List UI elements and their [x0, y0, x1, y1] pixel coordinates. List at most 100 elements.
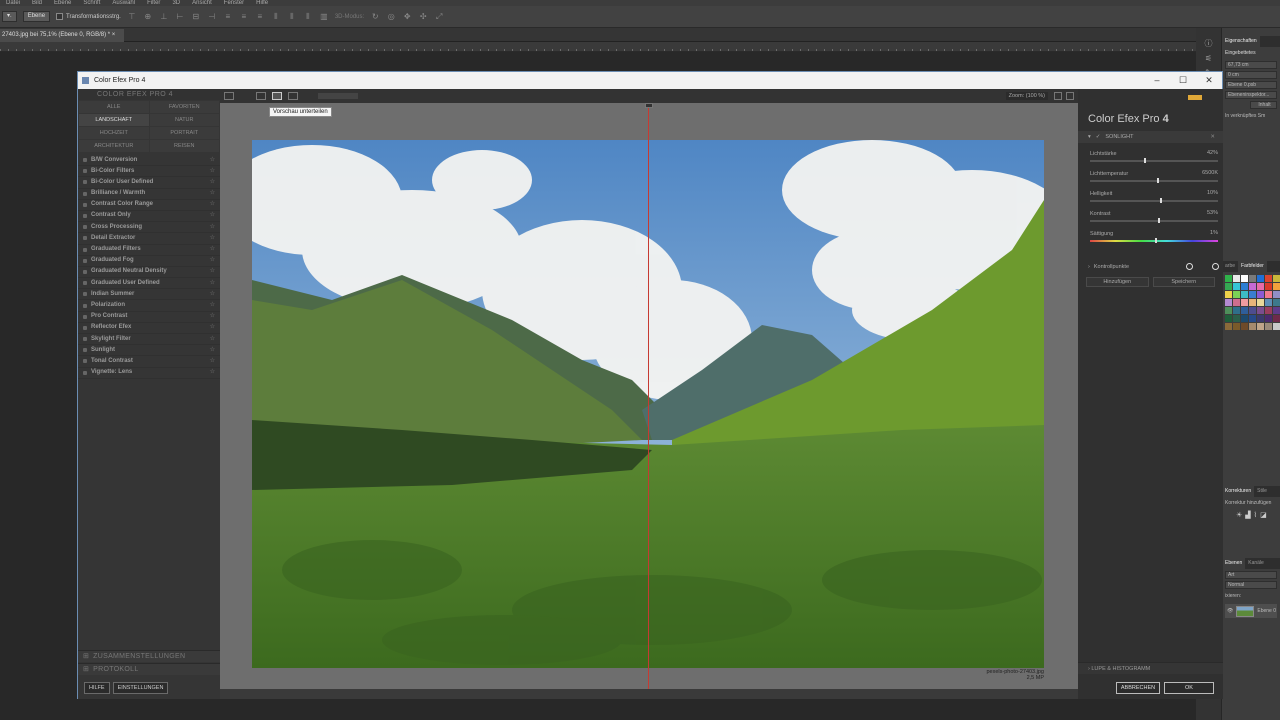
align-bottom-icon[interactable]: ⊥ — [159, 12, 169, 22]
color-swatch[interactable] — [1257, 299, 1264, 306]
parameter-slider[interactable]: Kontrast 53% — [1078, 203, 1223, 223]
fullscreen-icon[interactable] — [1066, 92, 1074, 100]
color-swatch[interactable] — [1273, 315, 1280, 322]
exposure-icon[interactable]: ◪ — [1260, 511, 1267, 519]
parameter-slider[interactable]: Sättigung 1% — [1078, 223, 1223, 243]
parameter-slider[interactable]: Helligkeit 10% — [1078, 183, 1223, 203]
loupe-histogram-section[interactable]: › LUPE & HISTOGRAMM — [1078, 662, 1223, 674]
split-preview-icon[interactable] — [272, 92, 282, 100]
color-swatch[interactable] — [1265, 275, 1272, 282]
panel-toggle-icon[interactable] — [224, 92, 234, 100]
favorite-star-icon[interactable]: ☆ — [210, 166, 215, 177]
save-recipe-button[interactable]: Speichern — [1152, 277, 1215, 287]
color-swatch[interactable] — [1249, 315, 1256, 322]
filter-list-item[interactable]: Reflector Efex ☆ — [78, 323, 220, 334]
minimize-button[interactable]: – — [1144, 72, 1170, 89]
favorite-star-icon[interactable]: ☆ — [210, 188, 215, 199]
history-section[interactable]: ⊞ PROTOKOLL — [78, 663, 220, 675]
slider-track[interactable] — [1090, 220, 1218, 222]
filter-list-item[interactable]: Graduated Fog ☆ — [78, 256, 220, 267]
slide-3d-icon[interactable]: ✣ — [418, 12, 428, 22]
color-swatch[interactable] — [1225, 299, 1232, 306]
color-swatch[interactable] — [1257, 291, 1264, 298]
filter-list-item[interactable]: Contrast Color Range ☆ — [78, 200, 220, 211]
slider-track[interactable] — [1090, 240, 1218, 242]
color-swatch[interactable] — [1257, 323, 1264, 330]
blend-mode-select[interactable]: Normal — [1225, 581, 1277, 589]
category-tab[interactable]: ALLE — [79, 101, 149, 113]
color-swatch[interactable] — [1225, 275, 1232, 282]
color-swatch[interactable] — [1233, 299, 1240, 306]
slider-track[interactable] — [1090, 160, 1218, 162]
edit-contents-button[interactable]: Inhalt — [1250, 101, 1277, 109]
info-icon[interactable]: ⓘ — [1205, 38, 1213, 49]
slider-track[interactable] — [1090, 180, 1218, 182]
favorite-star-icon[interactable]: ☆ — [210, 278, 215, 289]
tool-preset-select[interactable]: ▾. — [2, 11, 17, 22]
favorite-star-icon[interactable]: ☆ — [210, 367, 215, 378]
transform-controls-checkbox[interactable]: Transformationsstrg. — [56, 13, 121, 20]
filter-list-item[interactable]: Contrast Only ☆ — [78, 210, 220, 223]
cancel-button[interactable]: ABBRECHEN — [1116, 682, 1160, 694]
align-left-icon[interactable]: ⊢ — [175, 12, 185, 22]
auto-align-icon[interactable]: ▥ — [319, 12, 329, 22]
color-swatch[interactable] — [1265, 283, 1272, 290]
favorite-star-icon[interactable]: ☆ — [210, 289, 215, 300]
favorite-star-icon[interactable]: ☆ — [210, 210, 215, 221]
color-swatch[interactable] — [1273, 291, 1280, 298]
tab-color[interactable]: arbe — [1222, 261, 1238, 272]
distribute-center-icon[interactable]: ⦀ — [287, 12, 297, 22]
color-swatch[interactable] — [1233, 291, 1240, 298]
parameter-slider[interactable]: Lichtstärke 42% — [1078, 143, 1223, 163]
preview-canvas[interactable]: pexels-photo-27403.jpg 2,5 MP — [220, 103, 1078, 689]
filter-list-item[interactable]: Detail Extractor ☆ — [78, 233, 220, 245]
favorite-star-icon[interactable]: ☆ — [210, 322, 215, 333]
layer-filter-select[interactable]: Art — [1225, 571, 1277, 579]
tab-layers[interactable]: Ebenen — [1222, 558, 1246, 569]
filter-list-item[interactable]: Skylight Filter ☆ — [78, 334, 220, 346]
favorite-star-icon[interactable]: ☆ — [210, 334, 215, 345]
distribute-bottom-icon[interactable]: ≡ — [255, 12, 265, 22]
zoom-select[interactable]: Zoom: (100 %) — [1005, 92, 1048, 100]
color-swatch[interactable] — [1233, 323, 1240, 330]
levels-icon[interactable]: ▟ — [1245, 511, 1250, 519]
brightness-icon[interactable]: ☀ — [1236, 511, 1242, 519]
filter-list-item[interactable]: Bi-Color Filters ☆ — [78, 166, 220, 178]
favorite-star-icon[interactable]: ☆ — [210, 155, 215, 166]
color-swatch[interactable] — [1225, 307, 1232, 314]
drag-3d-icon[interactable]: ✥ — [402, 12, 412, 22]
color-swatch[interactable] — [1225, 283, 1232, 290]
maximize-button[interactable]: ☐ — [1170, 72, 1196, 89]
color-swatch[interactable] — [1233, 315, 1240, 322]
distribute-top-icon[interactable]: ≡ — [223, 12, 233, 22]
color-swatch[interactable] — [1265, 291, 1272, 298]
category-tab[interactable]: PORTRAIT — [149, 127, 219, 139]
slider-track[interactable] — [1090, 200, 1218, 202]
curves-icon[interactable]: ⌇ — [1254, 511, 1257, 519]
filter-list-item[interactable]: Graduated User Defined ☆ — [78, 278, 220, 290]
align-center-icon[interactable]: ⊟ — [191, 12, 201, 22]
document-tab[interactable]: 27403.jpg bei 75,1% (Ebene 0, RGB/8) * × — [0, 29, 124, 42]
color-swatch[interactable] — [1273, 275, 1280, 282]
remove-control-point-icon[interactable] — [1212, 263, 1219, 270]
close-button[interactable]: ✕ — [1196, 72, 1222, 89]
color-swatch[interactable] — [1265, 323, 1272, 330]
favorite-star-icon[interactable]: ☆ — [210, 244, 215, 255]
favorite-star-icon[interactable]: ☆ — [210, 300, 215, 311]
tab-channels[interactable]: Kanäle — [1245, 558, 1267, 569]
filter-list-item[interactable]: Tonal Contrast ☆ — [78, 356, 220, 368]
category-tab[interactable]: ARCHITEKTUR — [79, 140, 149, 152]
add-filter-button[interactable]: Hinzufügen — [1086, 277, 1149, 287]
category-tab[interactable]: NATUR — [149, 114, 219, 126]
color-swatch[interactable] — [1249, 291, 1256, 298]
color-swatch[interactable] — [1241, 323, 1248, 330]
color-swatch[interactable] — [1249, 275, 1256, 282]
favorite-star-icon[interactable]: ☆ — [210, 255, 215, 266]
color-swatch[interactable] — [1233, 307, 1240, 314]
color-swatch[interactable] — [1265, 299, 1272, 306]
enable-check-icon[interactable]: ✓ — [1096, 131, 1101, 143]
scale-3d-icon[interactable]: ⤢ — [434, 12, 444, 22]
favorite-star-icon[interactable]: ☆ — [210, 356, 215, 367]
favorite-star-icon[interactable]: ☆ — [210, 345, 215, 356]
color-swatch[interactable] — [1249, 283, 1256, 290]
